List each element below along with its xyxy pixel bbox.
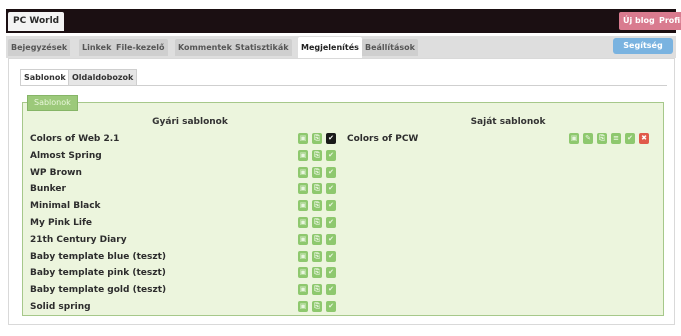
copy-icon[interactable]: ⎘ [312, 284, 322, 295]
app-title[interactable]: PC World [8, 12, 65, 31]
preview-icon[interactable]: ▣ [298, 301, 308, 312]
template-name: Colors of PCW [347, 134, 419, 144]
copy-icon[interactable]: ⎘ [312, 251, 322, 262]
factory-template-row: Colors of Web 2.1 ▣ ⎘ ✔ [30, 132, 342, 146]
own-template-row: Colors of PCW ▣ ✎ ⎘ ≡ ✔ ✖ [347, 132, 662, 146]
subtab-sidebar-boxes[interactable]: Oldaldobozok [68, 69, 138, 85]
template-name: Solid spring [30, 302, 91, 312]
edit-icon[interactable]: ✎ [583, 133, 593, 144]
preview-icon[interactable]: ▣ [298, 234, 308, 245]
preview-icon[interactable]: ▣ [298, 133, 308, 144]
activate-check-icon[interactable]: ✔ [326, 150, 336, 161]
template-name: Baby template gold (teszt) [30, 285, 167, 295]
settings-icon[interactable]: ≡ [611, 133, 621, 144]
preview-icon[interactable]: ▣ [298, 167, 308, 178]
new-blog-button[interactable]: Új blog [619, 12, 659, 30]
activate-check-icon[interactable]: ✔ [326, 217, 336, 228]
copy-icon[interactable]: ⎘ [312, 200, 322, 211]
templates-legend: Sablonok [27, 95, 78, 111]
copy-icon[interactable]: ⎘ [312, 301, 322, 312]
template-name: Bunker [30, 184, 66, 194]
template-name: Baby template pink (teszt) [30, 268, 166, 278]
preview-icon[interactable]: ▣ [298, 217, 308, 228]
tab-statistics[interactable]: Statisztikák [232, 39, 292, 56]
page: PC World Új blog Profil Bejegyzések Link… [0, 0, 681, 336]
preview-icon[interactable]: ▣ [298, 150, 308, 161]
appearance-panel: Sablonok Oldaldobozok Sablonok Gyári sab… [8, 58, 675, 325]
copy-icon[interactable]: ⎘ [597, 133, 607, 144]
preview-icon[interactable]: ▣ [298, 251, 308, 262]
activate-check-icon[interactable]: ✔ [326, 251, 336, 262]
activate-check-icon[interactable]: ✔ [326, 267, 336, 278]
tab-appearance[interactable]: Megjelenítés [298, 37, 362, 58]
activate-check-icon[interactable]: ✔ [625, 133, 635, 144]
copy-icon[interactable]: ⎘ [312, 217, 322, 228]
template-name: 21th Century Diary [30, 235, 127, 245]
own-templates-title: Saját sablonok [470, 117, 546, 127]
copy-icon[interactable]: ⎘ [312, 183, 322, 194]
activate-check-icon[interactable]: ✔ [326, 167, 336, 178]
activate-check-icon[interactable]: ✔ [326, 234, 336, 245]
preview-icon[interactable]: ▣ [298, 267, 308, 278]
template-name: Colors of Web 2.1 [30, 134, 120, 144]
subtab-templates[interactable]: Sablonok [20, 69, 70, 85]
preview-icon[interactable]: ▣ [298, 284, 308, 295]
factory-templates-title: Gyári sablonok [152, 117, 228, 127]
preview-icon[interactable]: ▣ [569, 133, 579, 144]
factory-template-row: Bunker ▣ ⎘ ✔ [30, 182, 342, 196]
template-name: Almost Spring [30, 151, 102, 161]
template-name: Minimal Black [30, 201, 101, 211]
help-button[interactable]: Segítség [613, 38, 673, 54]
factory-template-row: Solid spring ▣ ⎘ ✔ [30, 300, 342, 314]
template-name: My Pink Life [30, 218, 93, 228]
main-nav: Bejegyzések Linkek File-kezelő Kommentek… [6, 36, 676, 58]
factory-template-row: WP Brown ▣ ⎘ ✔ [30, 166, 342, 180]
activate-check-icon[interactable]: ✔ [326, 133, 336, 144]
delete-icon[interactable]: ✖ [639, 133, 649, 144]
copy-icon[interactable]: ⎘ [312, 267, 322, 278]
activate-check-icon[interactable]: ✔ [326, 301, 336, 312]
copy-icon[interactable]: ⎘ [312, 234, 322, 245]
template-name: WP Brown [30, 168, 82, 178]
factory-template-row: 21th Century Diary ▣ ⎘ ✔ [30, 233, 342, 247]
copy-icon[interactable]: ⎘ [312, 133, 322, 144]
activate-check-icon[interactable]: ✔ [326, 183, 336, 194]
preview-icon[interactable]: ▣ [298, 200, 308, 211]
factory-template-row: Almost Spring ▣ ⎘ ✔ [30, 149, 342, 163]
factory-template-row: My Pink Life ▣ ⎘ ✔ [30, 216, 342, 230]
tab-comments[interactable]: Kommentek [175, 39, 235, 56]
factory-template-row: Minimal Black ▣ ⎘ ✔ [30, 199, 342, 213]
tab-posts[interactable]: Bejegyzések [8, 39, 71, 56]
factory-template-row: Baby template pink (teszt) ▣ ⎘ ✔ [30, 266, 342, 280]
factory-template-row: Baby template gold (teszt) ▣ ⎘ ✔ [30, 283, 342, 297]
factory-template-row: Baby template blue (teszt) ▣ ⎘ ✔ [30, 250, 342, 264]
copy-icon[interactable]: ⎘ [312, 150, 322, 161]
activate-check-icon[interactable]: ✔ [326, 284, 336, 295]
template-name: Baby template blue (teszt) [30, 252, 167, 262]
preview-icon[interactable]: ▣ [298, 183, 308, 194]
top-bar: PC World Új blog Profil [6, 9, 681, 33]
subtab-divider [20, 85, 667, 86]
profile-button[interactable]: Profil [655, 12, 681, 30]
tab-file-manager[interactable]: File-kezelő [113, 39, 168, 56]
tab-links[interactable]: Linkek [79, 39, 115, 56]
activate-check-icon[interactable]: ✔ [326, 200, 336, 211]
copy-icon[interactable]: ⎘ [312, 167, 322, 178]
tab-settings[interactable]: Beállítások [362, 39, 418, 56]
